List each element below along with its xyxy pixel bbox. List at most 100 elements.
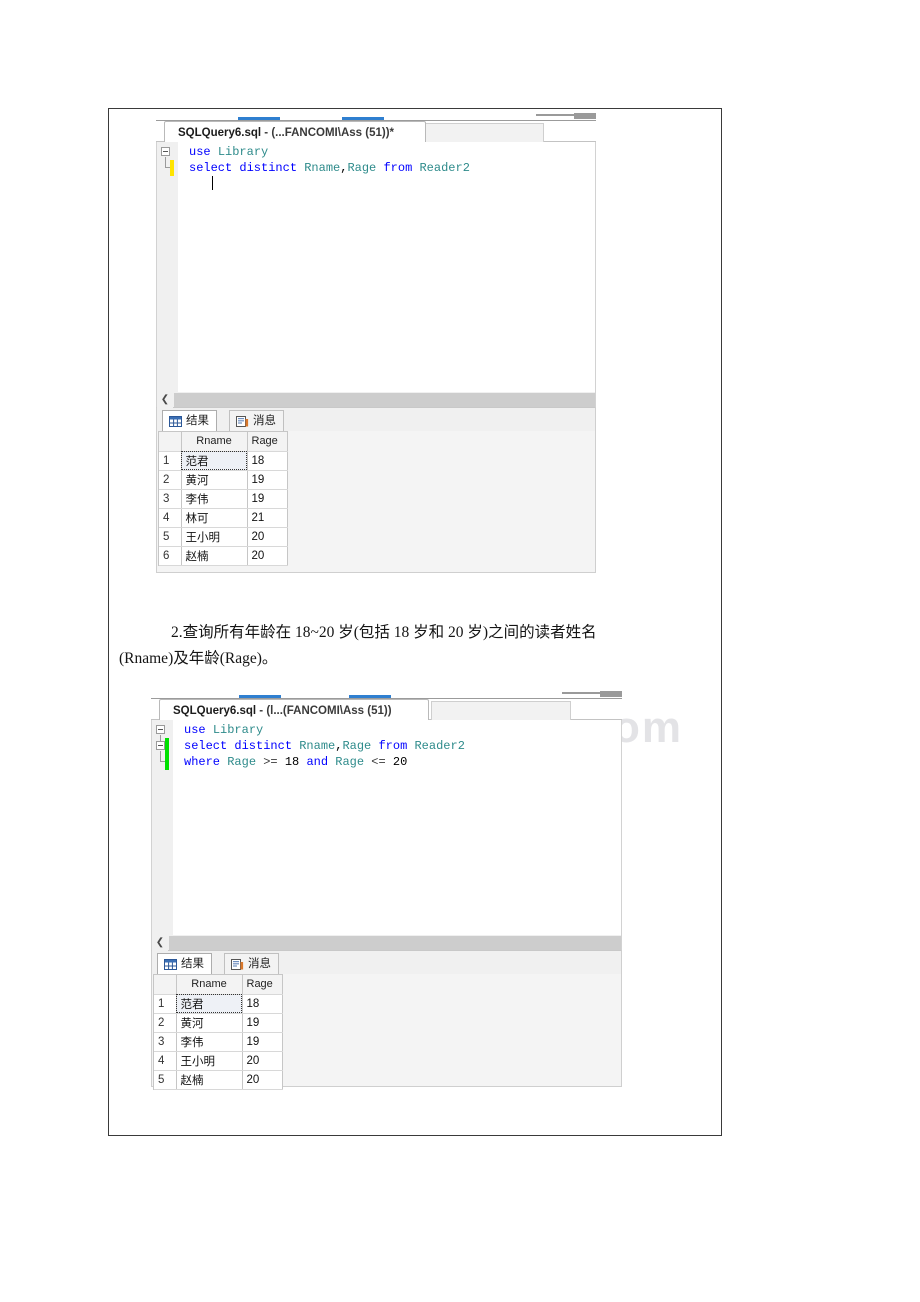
row-number[interactable]: 3 bbox=[154, 1032, 177, 1052]
editor-hscrollbar-2[interactable]: ❮ bbox=[151, 935, 622, 951]
editor-change-bar-1 bbox=[170, 160, 174, 176]
cell-rname[interactable]: 李伟 bbox=[181, 489, 248, 509]
code-token: use bbox=[184, 723, 206, 737]
results-pane-1: 结果 消息 Rname Rage 1 范君 18 2 黄河 19 3 李伟 19 4 林可 21 5 王小明 2… bbox=[156, 408, 596, 573]
code-token: Rage bbox=[342, 739, 372, 753]
code-token: from bbox=[378, 739, 408, 753]
scroll-thumb-2[interactable] bbox=[169, 936, 621, 950]
tab-messages-label-1: 消息 bbox=[253, 415, 276, 427]
cell-rage[interactable]: 19 bbox=[242, 1013, 283, 1033]
code-token: use bbox=[189, 145, 211, 159]
table-row[interactable]: 3 李伟 19 bbox=[154, 1032, 283, 1052]
table-row[interactable]: 4 王小明 20 bbox=[154, 1051, 283, 1071]
cell-rname[interactable]: 黄河 bbox=[181, 470, 248, 490]
editor-code-1[interactable]: use Library select distinct Rname,Rage fr… bbox=[179, 144, 595, 392]
cell-rname[interactable]: 王小明 bbox=[181, 527, 248, 547]
tab-messages-2[interactable]: 消息 bbox=[224, 953, 279, 974]
table-row[interactable]: 5 赵楠 20 bbox=[154, 1070, 283, 1090]
scroll-left-icon[interactable]: ❮ bbox=[157, 392, 173, 408]
cell-rname[interactable]: 赵楠 bbox=[181, 546, 248, 566]
cell-rname[interactable]: 李伟 bbox=[176, 1032, 243, 1052]
cell-rage[interactable]: 18 bbox=[242, 994, 283, 1014]
cell-rage[interactable]: 20 bbox=[242, 1070, 283, 1090]
code-line: where Rage >= 18 and Rage <= 20 bbox=[174, 754, 621, 770]
editor-hscrollbar-1[interactable]: ❮ bbox=[156, 392, 596, 408]
code-token: Library bbox=[217, 145, 269, 159]
collapse-box-line1[interactable] bbox=[161, 147, 170, 156]
outline-vline bbox=[165, 157, 166, 167]
cell-rage[interactable]: 20 bbox=[242, 1051, 283, 1071]
table-row[interactable]: 3 李伟 19 bbox=[159, 489, 288, 509]
document-tab-blank[interactable] bbox=[424, 123, 544, 142]
row-number[interactable]: 2 bbox=[154, 1013, 177, 1033]
outline-vline2-b2 bbox=[160, 751, 161, 761]
document-tab-sqlquery6-2[interactable]: SQLQuery6.sql - (l...(FANCOMI\Ass (51)) bbox=[159, 699, 429, 720]
column-header-rage[interactable]: Rage bbox=[242, 975, 283, 995]
scroll-left-icon-2[interactable]: ❮ bbox=[152, 935, 168, 951]
scroll-thumb[interactable] bbox=[174, 393, 595, 407]
collapse-box-line1-b2[interactable] bbox=[156, 725, 165, 734]
column-header-rname[interactable]: Rname bbox=[176, 975, 243, 995]
sql-editor-2[interactable]: use Library select distinct Rname,Rage fr… bbox=[151, 720, 622, 935]
cell-rname[interactable]: 赵楠 bbox=[176, 1070, 243, 1090]
results-pane-2: 结果 消息 Rname Rage 1 范君 18 2 黄河 19 3 李伟 19 4 王小明 20 5 赵楠 2… bbox=[151, 951, 622, 1090]
cell-rage[interactable]: 19 bbox=[242, 1032, 283, 1052]
tab-results-2[interactable]: 结果 bbox=[157, 953, 212, 974]
tab-results-1[interactable]: 结果 bbox=[162, 410, 217, 431]
table-row[interactable]: 1 范君 18 bbox=[154, 994, 283, 1014]
table-row[interactable]: 4 林可 21 bbox=[159, 508, 288, 528]
results-table-1: Rname Rage 1 范君 18 2 黄河 19 3 李伟 19 4 林可 21 5 王小明 20 6 赵楠 20 bbox=[159, 432, 288, 566]
row-number[interactable]: 2 bbox=[159, 470, 182, 490]
row-number[interactable]: 1 bbox=[154, 994, 177, 1014]
document-tab-sqlquery6[interactable]: SQLQuery6.sql - (...FANCOMI\Ass (51))* bbox=[164, 121, 426, 142]
cell-rage[interactable]: 21 bbox=[247, 508, 288, 528]
cell-rage[interactable]: 20 bbox=[247, 527, 288, 547]
collapse-box-line2-b2[interactable] bbox=[156, 741, 165, 750]
code-token: Rage bbox=[335, 755, 365, 769]
row-number[interactable]: 3 bbox=[159, 489, 182, 509]
cell-rage[interactable]: 19 bbox=[247, 489, 288, 509]
row-number[interactable]: 4 bbox=[159, 508, 182, 528]
sql-editor-1[interactable]: use Library select distinct Rname,Rage fr… bbox=[156, 142, 596, 392]
column-header-rname[interactable]: Rname bbox=[181, 432, 248, 452]
editor-code-2[interactable]: use Library select distinct Rname,Rage fr… bbox=[174, 722, 621, 935]
document-tab-title-bold: SQLQuery6.sql bbox=[178, 127, 262, 139]
code-token: Reader2 bbox=[414, 739, 465, 753]
row-number[interactable]: 4 bbox=[154, 1051, 177, 1071]
toolbar-overflow-icon[interactable] bbox=[574, 113, 596, 119]
row-number[interactable]: 5 bbox=[154, 1070, 177, 1090]
grid-corner-header[interactable] bbox=[159, 432, 182, 452]
table-row[interactable]: 2 黄河 19 bbox=[159, 470, 288, 490]
toolbar-overflow-icon-2[interactable] bbox=[600, 691, 622, 697]
paragraph-line-1: 2.查询所有年龄在 18~20 岁(包括 18 岁和 20 岁)之间的读者姓名 bbox=[171, 624, 597, 641]
code-token: >= bbox=[263, 755, 278, 769]
cell-rage[interactable]: 20 bbox=[247, 546, 288, 566]
table-row[interactable]: 1 范君 18 bbox=[159, 451, 288, 471]
document-tabrow-2: SQLQuery6.sql - (l...(FANCOMI\Ass (51)) bbox=[151, 699, 622, 720]
cell-rname[interactable]: 王小明 bbox=[176, 1051, 243, 1071]
grid-corner-header[interactable] bbox=[154, 975, 177, 995]
table-row[interactable]: 6 赵楠 20 bbox=[159, 546, 288, 566]
cell-rage[interactable]: 19 bbox=[247, 470, 288, 490]
document-tab-blank-2[interactable] bbox=[431, 701, 571, 720]
results-tabstrip-2: 结果 消息 bbox=[152, 951, 621, 974]
cell-rage[interactable]: 18 bbox=[247, 451, 288, 471]
results-grid-2[interactable]: Rname Rage 1 范君 18 2 黄河 19 3 李伟 19 4 王小明 20 5 赵楠 20 bbox=[153, 974, 283, 1090]
row-number[interactable]: 1 bbox=[159, 451, 182, 471]
toolbar-accent-3 bbox=[239, 695, 281, 698]
results-grid-1[interactable]: Rname Rage 1 范君 18 2 黄河 19 3 李伟 19 4 林可 21 5 王小明 20 6 赵楠 20 bbox=[158, 431, 288, 566]
table-row[interactable]: 5 王小明 20 bbox=[159, 527, 288, 547]
cell-rname[interactable]: 范君 bbox=[181, 451, 248, 471]
tab-messages-1[interactable]: 消息 bbox=[229, 410, 284, 431]
table-row[interactable]: 2 黄河 19 bbox=[154, 1013, 283, 1033]
cell-rname[interactable]: 范君 bbox=[176, 994, 243, 1014]
row-number[interactable]: 5 bbox=[159, 527, 182, 547]
cell-rname[interactable]: 黄河 bbox=[176, 1013, 243, 1033]
paragraph-line-2: (Rname)及年龄(Rage)。 bbox=[119, 650, 278, 667]
ssms-screenshot-1: SQLQuery6.sql - (...FANCOMI\Ass (51))* u… bbox=[156, 109, 596, 573]
column-header-rage[interactable]: Rage bbox=[247, 432, 288, 452]
row-number[interactable]: 6 bbox=[159, 546, 182, 566]
cell-rname[interactable]: 林可 bbox=[181, 508, 248, 528]
